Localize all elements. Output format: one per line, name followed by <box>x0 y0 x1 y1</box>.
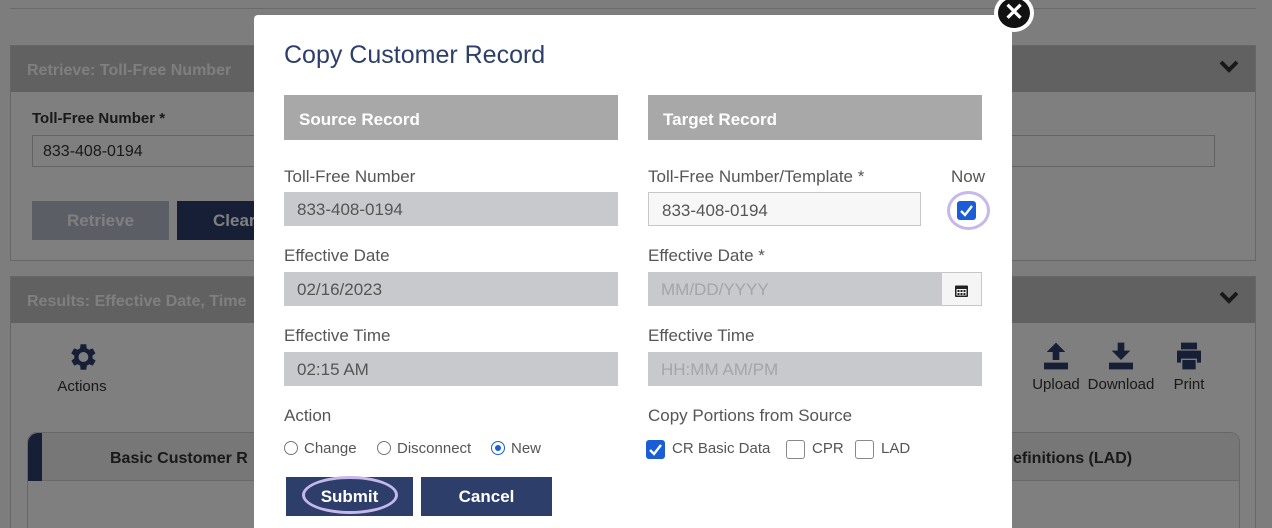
target-time-input[interactable]: HH:MM AM/PM <box>648 352 982 386</box>
radio-new[interactable] <box>491 441 505 455</box>
radio-disconnect-label: Disconnect <box>397 440 472 457</box>
radio-change[interactable] <box>284 441 298 455</box>
radio-new-label: New <box>511 440 542 457</box>
dialog-title: Copy Customer Record <box>284 41 546 69</box>
target-time-label: Effective Time <box>648 326 755 345</box>
cpr-checkbox[interactable] <box>786 440 805 459</box>
source-time-field: 02:15 AM <box>284 352 618 386</box>
now-label: Now <box>951 167 986 186</box>
cancel-button[interactable]: Cancel <box>421 477 552 516</box>
action-label: Action <box>284 406 332 425</box>
source-date-field: 02/16/2023 <box>284 272 618 306</box>
source-time-label: Effective Time <box>284 326 391 345</box>
copy-portions-label: Copy Portions from Source <box>648 406 853 425</box>
calendar-button[interactable] <box>942 272 982 306</box>
checkmark-icon <box>649 444 662 456</box>
source-tfn-field: 833-408-0194 <box>284 192 618 226</box>
source-date-label: Effective Date <box>284 246 390 265</box>
radio-disconnect[interactable] <box>377 441 391 455</box>
source-record-header: Source Record <box>284 95 618 140</box>
target-date-input[interactable]: MM/DD/YYYY <box>648 272 942 306</box>
target-record-header: Target Record <box>648 95 982 140</box>
cr-basic-data-checkbox[interactable] <box>646 440 665 459</box>
radio-change-label: Change <box>304 440 357 457</box>
calendar-icon <box>955 285 968 297</box>
target-tfn-label: Toll-Free Number/Template * <box>648 167 865 186</box>
copy-customer-record-dialog: Copy Customer Record Source Record Toll-… <box>254 15 1012 528</box>
lad-checkbox[interactable] <box>855 440 874 459</box>
target-tfn-input[interactable]: 833-408-0194 <box>648 192 921 226</box>
close-icon: ✕ <box>998 0 1030 28</box>
source-tfn-label: Toll-Free Number <box>284 167 416 186</box>
cpr-label: CPR <box>812 440 844 457</box>
submit-focus-ring <box>302 476 398 514</box>
cr-basic-data-label: CR Basic Data <box>672 440 771 457</box>
now-checkbox[interactable] <box>957 201 976 220</box>
lad-label: LAD <box>881 440 911 457</box>
target-date-label: Effective Date * <box>648 246 765 265</box>
checkmark-icon <box>960 205 973 217</box>
